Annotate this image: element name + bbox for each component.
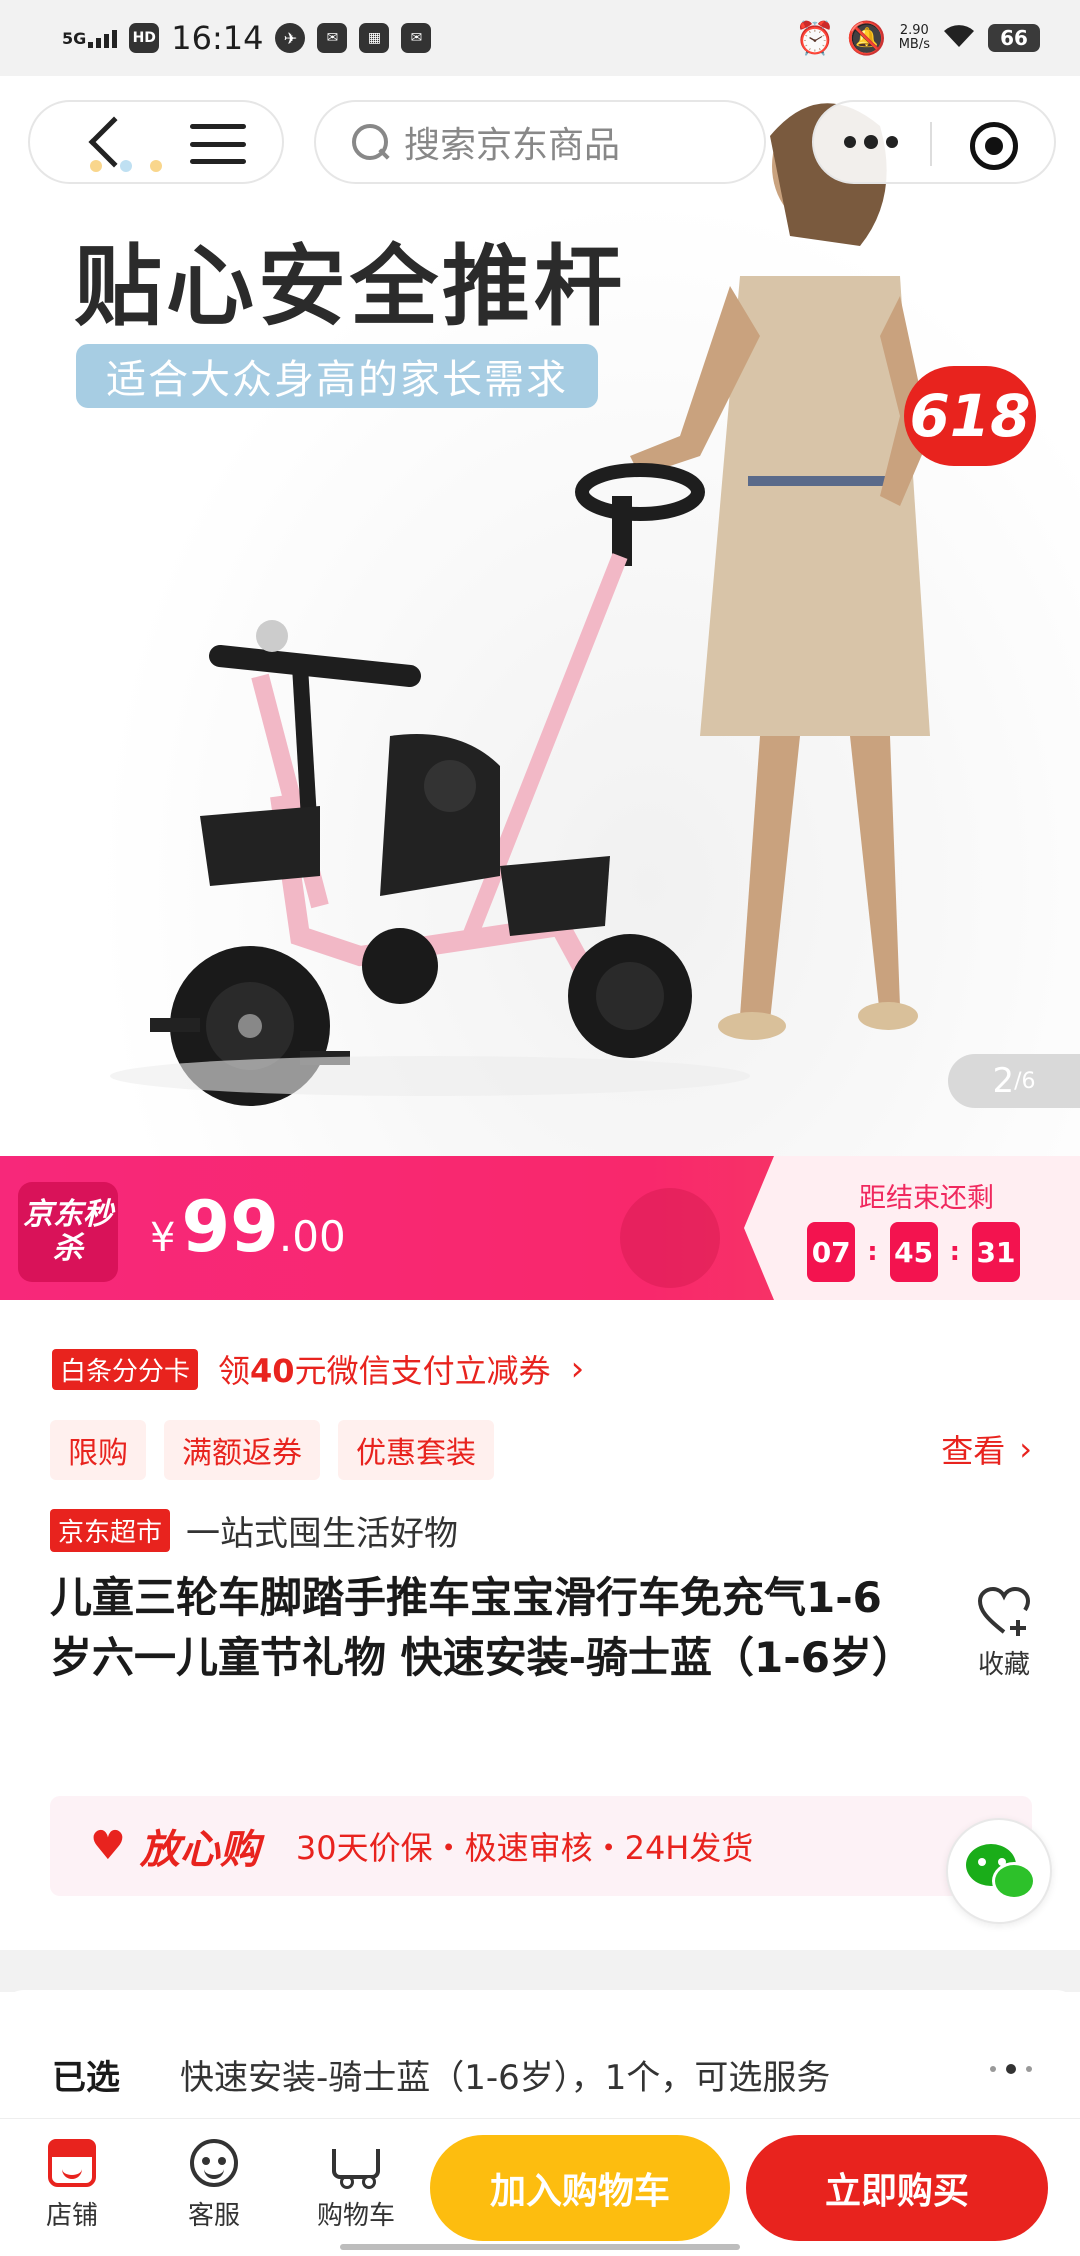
assurance-text: 30天价保・极速审核・24H发货 [295, 1829, 754, 1867]
favorite-label: 收藏 [977, 1650, 1030, 1680]
bottom-action-bar: 店铺 客服 购物车 加入购物车 立即购买 [0, 2118, 1080, 2256]
home-indicator[interactable] [340, 2244, 740, 2250]
countdown-seconds: 31 [972, 1222, 1020, 1282]
jd-supermarket-tag: 京东超市 [50, 1509, 171, 1552]
mail-icon: ✉ [401, 23, 432, 53]
assurance-brand: 放心购 [139, 1827, 260, 1873]
countdown-label: 距结束还剩 [859, 1183, 994, 1214]
mute-icon: 🔕 [846, 19, 887, 57]
loading-dots [90, 160, 162, 172]
selected-spec-row[interactable]: 已选 快速安装-骑士蓝（1-6岁），1个，可选服务 [0, 1990, 1080, 2120]
search-placeholder: 搜索京东商品 [404, 125, 621, 166]
alarm-icon: ⏰ [795, 19, 835, 57]
product-photo [110, 103, 930, 1106]
flash-price: ¥ 99 .00 [150, 1186, 346, 1268]
cart-button[interactable]: 购物车 [306, 2139, 406, 2232]
network-speed: 2.90 MB/s [898, 23, 930, 52]
hd-icon: HD [129, 23, 160, 53]
chip-return-coupon[interactable]: 满额返券 [164, 1420, 320, 1480]
mini-program-capsule [812, 100, 1056, 184]
product-image-carousel[interactable]: 贴心安全推杆 适合大众身高的家长需求 618 2 /6 [0, 76, 1080, 1156]
baitiao-tag: 白条分分卡 [52, 1348, 199, 1390]
heart-shield-icon: ♥ [90, 1823, 126, 1869]
view-more-link[interactable]: 查看 › [941, 1426, 1032, 1472]
add-to-cart-button[interactable]: 加入购物车 [430, 2135, 730, 2241]
heart-plus-icon [977, 1586, 1031, 1636]
clock: 16:14 [171, 19, 264, 57]
store-button[interactable]: 店铺 [22, 2139, 122, 2232]
menu-icon[interactable] [190, 124, 246, 164]
app-notification-icon: ✈ [275, 23, 306, 53]
assurance-banner[interactable]: ♥ 放心购 30天价保・极速审核・24H发货 [50, 1796, 1032, 1896]
selected-value: 快速安装-骑士蓝（1-6岁），1个，可选服务 [180, 2058, 831, 2098]
favorite-button[interactable]: 收藏 [972, 1586, 1036, 1681]
grid-app-icon: ▦ [359, 23, 390, 53]
more-icon[interactable] [844, 135, 898, 149]
customer-service-icon [190, 2139, 238, 2187]
status-bar: 5G HD 16:14 ✈ ✉ ▦ ✉ ⏰ 🔕 2.90 MB/s 66 [0, 0, 1080, 76]
network-type: 5G [62, 29, 87, 48]
chip-bundle[interactable]: 优惠套装 [338, 1420, 494, 1480]
selected-label: 已选 [52, 2058, 120, 2098]
chip-limit[interactable]: 限购 [50, 1420, 146, 1480]
buy-now-button[interactable]: 立即购买 [746, 2135, 1048, 2241]
signal-icon: 5G [62, 28, 118, 48]
cart-icon [332, 2149, 380, 2189]
alarm-clock-icon [620, 1188, 720, 1288]
jd-seckill-logo: 京东秒杀 [18, 1182, 118, 1282]
coupon-text: 领40元微信支付立减券 [218, 1352, 551, 1390]
wifi-icon [942, 19, 976, 57]
search-bar[interactable]: 搜索京东商品 [314, 100, 766, 184]
chevron-right-icon: › [570, 1349, 585, 1389]
countdown-minutes: 45 [889, 1222, 938, 1282]
more-dots-icon [990, 2064, 1032, 2074]
customer-service-button[interactable]: 客服 [164, 2139, 264, 2232]
promo-618-badge: 618 [904, 366, 1036, 466]
capsule-divider [930, 122, 932, 166]
close-target-icon[interactable] [970, 122, 1018, 170]
countdown-timer: 07 : 45 : 31 [807, 1222, 1020, 1282]
wechat-share-button[interactable] [946, 1818, 1052, 1924]
message-icon: ✉ [317, 23, 348, 53]
battery-icon: 66 [988, 24, 1040, 52]
nav-left-group [28, 100, 284, 184]
product-title: 儿童三轮车脚踏手推车宝宝滑行车免充气1-6岁六一儿童节礼物 快速安装-骑士蓝（1… [50, 1573, 914, 1682]
supermarket-line: 京东超市 一站式囤生活好物 [50, 1506, 458, 1555]
image-counter: 2/6 [948, 1054, 1080, 1108]
section-divider [0, 1950, 1080, 1992]
search-icon [350, 122, 390, 162]
chevron-right-icon: › [1019, 1430, 1032, 1468]
promo-chips: 限购 满额返券 优惠套装 [50, 1420, 494, 1480]
flash-sale-banner: 京东秒杀 ¥ 99 .00 距结束还剩 07 : 45 : 31 [0, 1156, 1080, 1300]
countdown-hours: 07 [807, 1222, 856, 1282]
store-icon [48, 2139, 96, 2187]
coupon-promo[interactable]: 白条分分卡 领40元微信支付立减券 › [52, 1346, 584, 1392]
supermarket-slogan: 一站式囤生活好物 [186, 1514, 459, 1554]
